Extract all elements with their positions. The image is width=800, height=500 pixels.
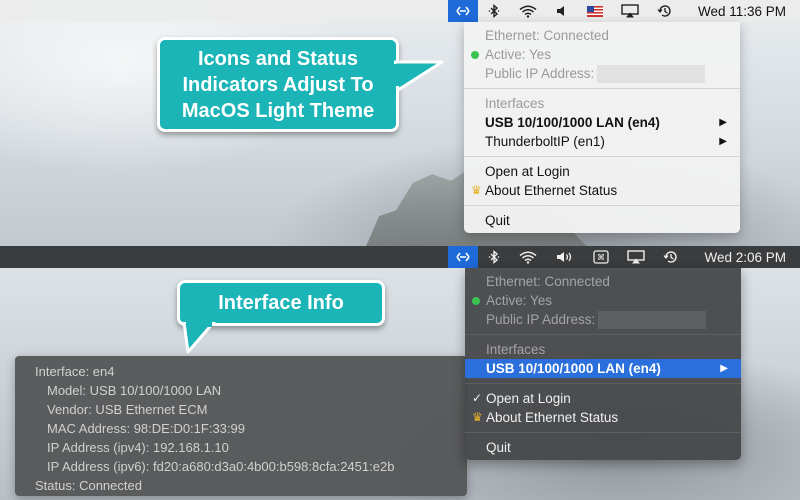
status-item: Ethernet: Connected xyxy=(485,28,609,43)
menu-separator xyxy=(464,156,740,157)
ethernet-status-icon[interactable] xyxy=(447,0,478,22)
info-mac: MAC Address: 98:DE:D0:1F:33:99 xyxy=(47,421,245,436)
status-item: Ethernet: Connected xyxy=(486,274,610,289)
callout-tail xyxy=(182,322,216,354)
wifi-icon[interactable] xyxy=(510,246,546,268)
about-item[interactable]: ♛ About Ethernet Status xyxy=(464,181,740,200)
public-ip-redacted xyxy=(597,65,706,84)
us-flag-icon[interactable] xyxy=(578,0,612,22)
time-machine-icon[interactable] xyxy=(654,246,688,268)
submenu-arrow-icon: ▶ xyxy=(719,136,727,147)
menu-bar-clock[interactable]: Wed 2:06 PM xyxy=(688,246,800,268)
callout-label: Interface Info xyxy=(218,292,344,314)
svg-text:⌘: ⌘ xyxy=(597,253,605,262)
active-dot-icon xyxy=(471,51,479,59)
interface-item-en1[interactable]: ThunderboltIP (en1) ▶ xyxy=(464,132,740,151)
menu-bar-clock[interactable]: Wed 11:36 PM xyxy=(682,0,800,22)
active-label: Active: Yes xyxy=(486,293,553,308)
callout-line-3: MacOS Light Theme xyxy=(181,100,375,122)
public-ip-item: Public IP Address: xyxy=(465,310,741,330)
callout-light-theme: Icons and Status Indicators Adjust To Ma… xyxy=(157,37,399,132)
active-label: Active: Yes xyxy=(485,47,552,62)
info-ipv6: IP Address (ipv6): fd20:a680:d3a0:4b00:b… xyxy=(47,459,395,474)
menu-bar-light: Wed 11:36 PM xyxy=(0,0,800,22)
quit-item[interactable]: Quit xyxy=(465,438,741,457)
public-ip-label: Public IP Address: xyxy=(486,312,596,327)
info-interface: Interface: en4 xyxy=(35,364,115,379)
open-at-login-item[interactable]: ✓ Open at Login xyxy=(465,389,741,408)
info-ipv4: IP Address (ipv4): 192.168.1.10 xyxy=(47,440,229,455)
callout-tail xyxy=(394,60,444,92)
callout-line-1: Icons and Status xyxy=(197,48,359,70)
public-ip-item: Public IP Address: xyxy=(464,64,740,84)
volume-icon[interactable] xyxy=(546,0,578,22)
menu-separator xyxy=(465,432,741,433)
bluetooth-icon[interactable] xyxy=(478,246,510,268)
submenu-arrow-icon: ▶ xyxy=(720,363,728,374)
interface-label: USB 10/100/1000 LAN (en4) xyxy=(486,361,661,376)
info-model: Model: USB 10/100/1000 LAN xyxy=(47,383,222,398)
interfaces-header: Interfaces xyxy=(485,96,545,111)
interface-label: USB 10/100/1000 LAN (en4) xyxy=(485,115,660,130)
ethernet-status-menu-dark: Ethernet: Connected Active: Yes Public I… xyxy=(465,268,741,460)
wifi-icon[interactable] xyxy=(510,0,546,22)
crown-icon: ♛ xyxy=(471,183,482,197)
active-item: Active: Yes xyxy=(464,45,740,64)
open-at-login-label: Open at Login xyxy=(486,391,571,406)
menu-separator xyxy=(464,88,740,89)
interface-item-en4[interactable]: USB 10/100/1000 LAN (en4) ▶ xyxy=(464,113,740,132)
crown-icon: ♛ xyxy=(472,410,483,424)
ethernet-status-menu-light: Ethernet: Connected Active: Yes Public I… xyxy=(464,22,740,233)
volume-icon[interactable] xyxy=(546,246,584,268)
open-at-login-item[interactable]: Open at Login xyxy=(464,162,740,181)
menu-separator xyxy=(464,205,740,206)
menu-separator xyxy=(465,334,741,335)
about-label: About Ethernet Status xyxy=(486,410,619,425)
active-dot-icon xyxy=(472,297,480,305)
about-item[interactable]: ♛ About Ethernet Status xyxy=(465,408,741,427)
menu-separator xyxy=(465,383,741,384)
bluetooth-icon[interactable] xyxy=(478,0,510,22)
ethernet-status-icon[interactable] xyxy=(448,246,479,268)
submenu-arrow-icon: ▶ xyxy=(719,117,727,128)
info-vendor: Vendor: USB Ethernet ECM xyxy=(47,402,208,417)
info-status: Status: Connected xyxy=(35,478,142,493)
about-label: About Ethernet Status xyxy=(485,183,618,198)
interface-info-panel: Interface: en4 Model: USB 10/100/1000 LA… xyxy=(15,356,467,496)
callout-interface-info: Interface Info xyxy=(177,280,385,326)
menu-bar-dark: ⌘ Wed 2:06 PM xyxy=(0,246,800,268)
time-machine-icon[interactable] xyxy=(648,0,682,22)
airplay-icon[interactable] xyxy=(612,0,648,22)
interfaces-header: Interfaces xyxy=(486,342,546,357)
public-ip-redacted xyxy=(598,311,707,330)
callout-line-2: Indicators Adjust To xyxy=(182,74,374,96)
keyboard-input-icon[interactable]: ⌘ xyxy=(584,246,618,268)
interface-item-en4[interactable]: USB 10/100/1000 LAN (en4) ▶ xyxy=(465,359,741,378)
light-theme-desktop: Wed 11:36 PM Icons and Status Indicators… xyxy=(0,0,800,246)
active-item: Active: Yes xyxy=(465,291,741,310)
checkmark-icon: ✓ xyxy=(472,391,483,405)
quit-item[interactable]: Quit xyxy=(464,211,740,230)
public-ip-label: Public IP Address: xyxy=(485,66,595,81)
interface-label: ThunderboltIP (en1) xyxy=(485,134,605,149)
airplay-icon[interactable] xyxy=(618,246,654,268)
